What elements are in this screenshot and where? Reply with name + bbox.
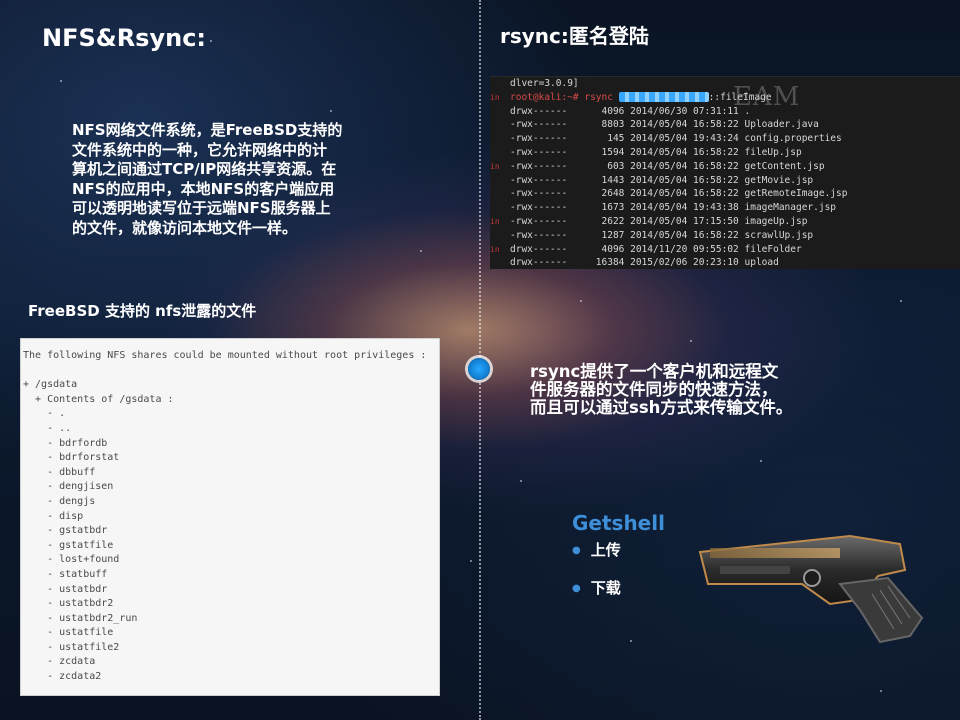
console-text: -rwx------ 1673 2014/05/04 19:43:38 imag… xyxy=(510,202,837,214)
console-gutter: in xyxy=(490,92,500,102)
console-line: in -rwx------ 2622 2014/05/04 17:15:50 im… xyxy=(490,215,960,229)
console-line: -rwx------ 1594 2014/05/04 16:58:22 file… xyxy=(490,146,960,160)
terminal-line: + Contents of /gsdata : xyxy=(23,393,174,405)
console-line: in -rwx------ 603 2014/05/04 16:58:22 get… xyxy=(490,160,960,174)
redacted-host-icon xyxy=(618,92,709,103)
console-line: drwx------ 4096 2014/06/30 07:31:11 . xyxy=(490,105,960,119)
terminal-line: - . xyxy=(23,408,66,420)
console-text: dlver=3.0.9] xyxy=(510,78,579,89)
terminal-line: - disp xyxy=(23,510,84,522)
freebsd-nfs-heading: FreeBSD 支持的 nfs泄露的文件 xyxy=(28,302,257,320)
terminal-line: - ustatfile xyxy=(23,627,114,639)
console-text: -rwx------ 145 2014/05/04 19:43:24 confi… xyxy=(510,133,842,145)
terminal-line: + /gsdata xyxy=(23,379,78,391)
console-text: drwx------ 4096 2014/11/20 09:55:02 file… xyxy=(510,243,802,255)
console-line: -rwx------ 1443 2014/05/04 16:58:22 getM… xyxy=(490,174,960,188)
nfs-shares-terminal: The following NFS shares could be mounte… xyxy=(20,338,440,696)
console-line: -rwx------ 8803 2014/05/04 16:58:22 Uplo… xyxy=(490,118,960,132)
terminal-line: - dengjs xyxy=(23,495,96,507)
getshell-title: Getshell xyxy=(572,511,665,535)
console-line: -rwx------ 145 2014/05/04 19:43:24 confi… xyxy=(490,132,960,146)
console-gutter: in xyxy=(490,216,500,226)
console-text: -rwx------ 1287 2014/05/04 16:58:22 scra… xyxy=(510,229,814,241)
rsync-title: rsync:匿名登陆 xyxy=(500,24,649,48)
nfs-description: NFS网络文件系统，是FreeBSD支持的 文件系统中的一种，它允许网络中的计 … xyxy=(72,121,343,237)
terminal-line: - zcdata2 xyxy=(23,671,102,683)
terminal-line: - dengjisen xyxy=(23,481,114,493)
console-text: -rwx------ 1443 2014/05/04 16:58:22 getM… xyxy=(510,174,814,186)
console-watermark: EAM xyxy=(733,82,801,112)
console-text: -rwx------ 1594 2014/05/04 16:58:22 file… xyxy=(510,146,802,158)
console-line: drwx------ 16384 2015/02/06 20:23:10 upl… xyxy=(490,256,960,269)
terminal-line: - gstatbdr xyxy=(23,525,108,537)
slide-title: NFS&Rsync: xyxy=(42,24,207,52)
getshell-item-upload: ● 上传 xyxy=(572,539,621,560)
terminal-line: The following NFS shares could be mounte… xyxy=(23,350,427,361)
pistol-illustration xyxy=(698,534,924,644)
divider-node-dot xyxy=(468,358,490,380)
getshell-item-download: ● 下载 xyxy=(572,577,621,598)
console-text: -rwx------ 8803 2014/05/04 16:58:22 Uplo… xyxy=(510,119,819,131)
bullet-dot-icon: ● xyxy=(572,545,581,556)
terminal-line: - bdrforstat xyxy=(23,452,120,464)
terminal-line: - ustatfile2 xyxy=(23,641,120,653)
terminal-line: - lost+found xyxy=(23,554,120,566)
rsync-description: rsync提供了一个客户机和远程文 件服务器的文件同步的快速方法， 而且可以通过… xyxy=(530,362,793,417)
terminal-line: - statbuff xyxy=(23,568,108,580)
terminal-line: - zcdata xyxy=(23,656,96,668)
console-prompt: root@kali:~# rsync xyxy=(510,91,619,103)
console-text: -rwx------ 2622 2014/05/04 17:15:50 imag… xyxy=(510,215,808,227)
terminal-line: - ustatbdr2_run xyxy=(23,612,138,624)
rsync-console-screenshot: dlver=3.0.9] in root@kali:~# rsync ::fileI… xyxy=(490,76,960,269)
console-line: in root@kali:~# rsync ::fileImage xyxy=(490,91,960,105)
console-gutter: in xyxy=(490,161,500,171)
terminal-line: - bdrfordb xyxy=(23,437,108,449)
terminal-line: - ustatbdr xyxy=(23,583,108,595)
console-text: -rwx------ 603 2014/05/04 16:58:22 getCo… xyxy=(510,160,825,172)
terminal-line: - dbbuff xyxy=(23,466,96,478)
bullet-dot-icon: ● xyxy=(572,583,581,594)
console-text: -rwx------ 2648 2014/05/04 16:58:22 getR… xyxy=(510,188,848,200)
console-gutter: in xyxy=(490,244,500,254)
getshell-item-label: 下载 xyxy=(590,579,621,597)
console-line: -rwx------ 1673 2014/05/04 19:43:38 imag… xyxy=(490,201,960,215)
getshell-item-label: 上传 xyxy=(590,541,621,559)
terminal-line: - ustatbdr2 xyxy=(23,598,114,610)
console-text: drwx------ 4096 2014/06/30 07:31:11 . xyxy=(510,105,751,117)
console-text: drwx------ 16384 2015/02/06 20:23:10 upl… xyxy=(510,257,779,269)
console-line: -rwx------ 1287 2014/05/04 16:58:22 scra… xyxy=(490,229,960,243)
console-line: dlver=3.0.9] xyxy=(490,77,960,91)
console-line: -rwx------ 2648 2014/05/04 16:58:22 getR… xyxy=(490,187,960,201)
terminal-line: - .. xyxy=(23,422,72,434)
console-line: in drwx------ 4096 2014/11/20 09:55:02 fi… xyxy=(490,243,960,257)
terminal-line: - gstatfile xyxy=(23,539,114,551)
